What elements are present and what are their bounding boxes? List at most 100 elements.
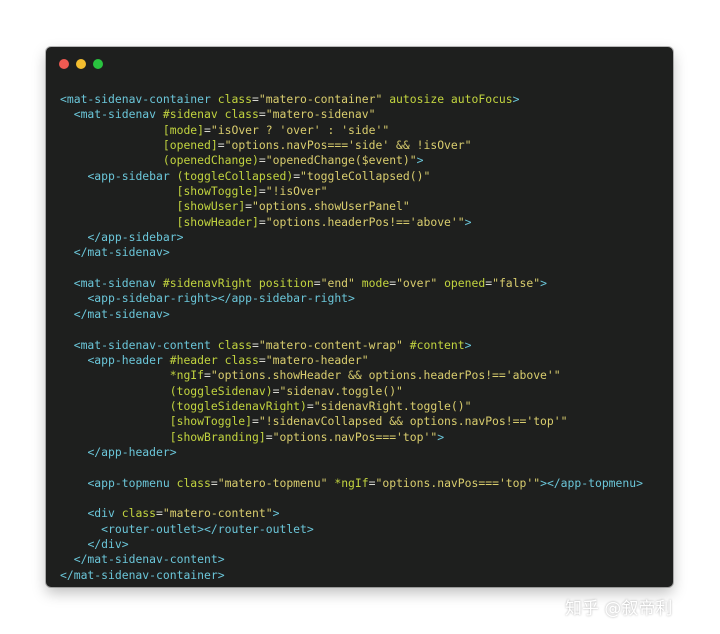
window-close-button[interactable] — [59, 59, 69, 69]
code-token: </app-sidebar> — [87, 230, 184, 245]
code-token: </app-header> — [87, 444, 177, 459]
code-block: <mat-sidenav-container class="matero-con… — [60, 92, 643, 583]
code-token: <router-outlet></router-outlet> — [101, 521, 314, 536]
code-token: = — [258, 184, 266, 199]
code-line: <mat-sidenav #sidenavRight position="end… — [60, 276, 643, 291]
code-token: "end" — [320, 276, 355, 291]
code-window: <mat-sidenav-container class="matero-con… — [46, 47, 673, 587]
code-token: = — [210, 475, 218, 490]
code-token: = — [306, 398, 314, 413]
code-token: <app-header — [87, 352, 170, 367]
code-line: <app-header #header class="matero-header… — [60, 353, 643, 368]
code-line: </mat-sidenav-content> — [60, 552, 643, 567]
code-line: </mat-sidenav> — [60, 245, 643, 260]
code-line: (toggleSidenav)="sidenav.toggle()" — [60, 384, 643, 399]
code-token: #sidenav class — [162, 107, 259, 122]
code-token: mode — [361, 276, 390, 291]
code-token: </mat-sidenav> — [73, 306, 170, 321]
code-token: [showToggle] — [169, 414, 253, 429]
code-line: <app-sidebar (toggleCollapsed)="toggleCo… — [60, 169, 643, 184]
code-token: class — [217, 92, 253, 106]
code-token: = — [156, 506, 163, 521]
code-token: "matero-sidenav" — [265, 107, 376, 122]
window-minimize-button[interactable] — [76, 59, 86, 69]
code-token: "matero-content-wrap" — [258, 337, 403, 352]
code-token: > — [464, 214, 472, 229]
code-token: = — [258, 107, 266, 122]
code-line: [opened]="options.navPos==='side' && !is… — [60, 138, 643, 153]
code-token: = — [204, 122, 211, 137]
code-token: (openedChange) — [162, 153, 259, 168]
code-token: </mat-sidenav-content> — [73, 552, 225, 567]
code-token: </div> — [87, 536, 129, 551]
code-line: <mat-sidenav-content class="matero-conte… — [60, 338, 643, 353]
code-token: "options.showHeader && options.headerPos… — [210, 368, 561, 383]
code-token: = — [368, 475, 376, 490]
code-token: class — [217, 337, 253, 352]
code-line: </mat-sidenav> — [60, 307, 643, 322]
code-line: (toggleSidenavRight)="sidenavRight.toggl… — [60, 399, 643, 414]
code-token: "isOver ? 'over' : 'side'" — [210, 122, 390, 137]
code-token: (toggleSidenav) — [169, 383, 273, 398]
code-token: > — [437, 429, 445, 444]
watermark: 知乎 @叙帝利 — [565, 599, 673, 619]
code-token: "!isOver" — [265, 184, 328, 199]
code-token: (toggleCollapsed) — [176, 168, 294, 183]
code-line: <mat-sidenav-container class="matero-con… — [60, 92, 643, 107]
code-token: ></app-topmenu> — [540, 475, 643, 490]
code-line: [showToggle]="!isOver" — [60, 184, 643, 199]
code-token: "openedChange($event)" — [265, 153, 417, 168]
code-token: <mat-sidenav-container — [60, 92, 218, 106]
code-token: > — [540, 276, 547, 291]
code-token: > — [416, 153, 424, 168]
code-token: <div — [87, 506, 122, 521]
code-line: [showBranding]="options.navPos==='top'"> — [60, 430, 643, 445]
code-token: *ngIf — [169, 368, 205, 383]
code-line: </app-sidebar> — [60, 230, 643, 245]
code-line: [showUser]="options.showUserPanel" — [60, 199, 643, 214]
code-token: = — [252, 92, 259, 106]
code-token: "matero-header" — [265, 352, 369, 367]
code-token: = — [258, 153, 266, 168]
code-line: <div class="matero-content"> — [60, 506, 643, 521]
code-token: > — [272, 506, 280, 521]
code-token: </mat-sidenav-container> — [60, 567, 225, 582]
code-token: = — [258, 214, 266, 229]
code-token: </mat-sidenav> — [73, 245, 170, 260]
code-token: = — [252, 414, 259, 429]
code-line: [mode]="isOver ? 'over' : 'side'" — [60, 123, 643, 138]
code-token: "toggleCollapsed()" — [300, 168, 431, 183]
code-token: > — [464, 337, 472, 352]
code-token: autosize autoFocus — [389, 92, 513, 106]
code-line: <mat-sidenav #sidenav class="matero-side… — [60, 107, 643, 122]
code-token: <mat-sidenav — [73, 276, 163, 291]
window-maximize-button[interactable] — [93, 59, 103, 69]
code-token: class — [121, 506, 157, 521]
code-token: > — [512, 92, 520, 106]
code-token: [showBranding] — [169, 429, 266, 444]
code-token: = — [258, 352, 266, 367]
code-token: (toggleSidenavRight) — [169, 398, 307, 413]
code-token: "sidenav.toggle()" — [279, 383, 403, 398]
code-token: <app-sidebar — [87, 168, 177, 183]
